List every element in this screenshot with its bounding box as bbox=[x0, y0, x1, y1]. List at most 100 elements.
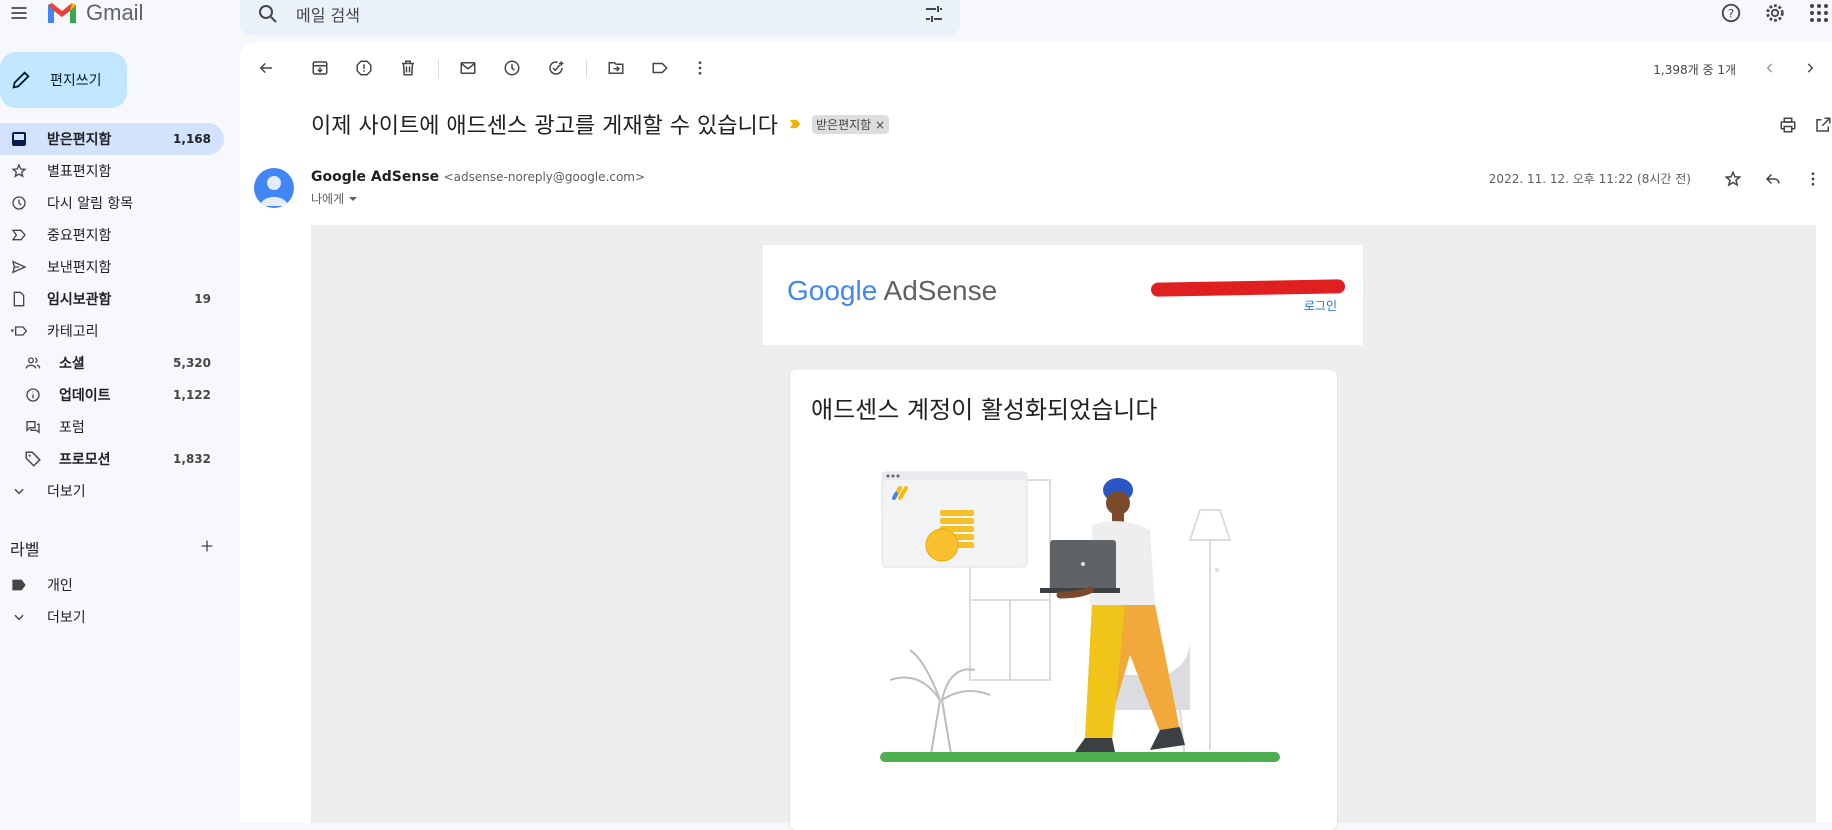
mark-unread-mail-icon[interactable] bbox=[456, 56, 480, 80]
caret-down-icon bbox=[349, 196, 358, 201]
email-subject-row: 이제 사이트에 애드센스 광고를 게재할 수 있습니다 받은편지함 × bbox=[311, 108, 890, 140]
gmail-logo[interactable]: Gmail bbox=[46, 0, 143, 26]
redacted-account-info bbox=[1150, 279, 1346, 297]
search-bar[interactable]: 메일 검색 bbox=[240, 0, 960, 35]
label-chip-text: 받은편지함 bbox=[816, 117, 872, 132]
person-with-laptop-illustration bbox=[880, 471, 1280, 762]
star-icon bbox=[9, 163, 29, 179]
sidebar-item-sent[interactable]: 보낸편지함 bbox=[0, 251, 224, 283]
label-filled-icon bbox=[9, 578, 29, 592]
sidebar-item-categories[interactable]: 카테고리 bbox=[0, 315, 224, 347]
sidebar-item-drafts[interactable]: 임시보관함 19 bbox=[0, 283, 224, 315]
reply-icon[interactable] bbox=[1762, 168, 1784, 190]
gmail-m-icon bbox=[48, 3, 76, 23]
inbox-icon bbox=[9, 131, 29, 147]
recipient-line[interactable]: 나에게 bbox=[311, 190, 358, 207]
login-link[interactable]: 로그인 bbox=[1304, 297, 1337, 314]
delete-trash-icon[interactable] bbox=[396, 56, 420, 80]
remove-label-close-icon[interactable]: × bbox=[875, 118, 885, 132]
newer-chevron-left-icon[interactable] bbox=[1758, 56, 1782, 80]
back-arrow-icon[interactable] bbox=[254, 56, 278, 80]
sender-email: <adsense-noreply@google.com> bbox=[443, 170, 646, 184]
add-to-tasks-icon[interactable] bbox=[544, 56, 568, 80]
archive-icon[interactable] bbox=[308, 56, 332, 80]
recipient-text: 나에게 bbox=[311, 192, 345, 206]
chevron-down-icon bbox=[9, 610, 29, 624]
apps-grid-icon[interactable] bbox=[1806, 0, 1832, 26]
search-input[interactable]: 메일 검색 bbox=[296, 2, 360, 26]
sidebar-item-label: 소셜 bbox=[59, 356, 85, 372]
sidebar-item-label: 포럼 bbox=[59, 420, 85, 436]
sidebar: 편지쓰기 받은편지함 1,168 별표편지함 다시 알림 항목 중요편지함 보낸… bbox=[0, 42, 240, 823]
toolbar-divider bbox=[586, 60, 587, 78]
brand-google-wordmark: Google bbox=[787, 275, 878, 306]
updates-count: 1,122 bbox=[173, 388, 211, 402]
email-subject: 이제 사이트에 애드센스 광고를 게재할 수 있습니다 bbox=[311, 114, 779, 139]
compose-button[interactable]: 편지쓰기 bbox=[0, 52, 127, 108]
settings-gear-icon[interactable] bbox=[1762, 0, 1788, 26]
sidebar-item-label: 더보기 bbox=[47, 484, 86, 500]
promotions-count: 1,832 bbox=[173, 452, 211, 466]
social-count: 5,320 bbox=[173, 356, 211, 370]
snooze-clock-icon[interactable] bbox=[500, 56, 524, 80]
sidebar-item-forums[interactable]: 포럼 bbox=[0, 411, 224, 443]
adsense-logo: Google AdSense bbox=[787, 275, 997, 307]
chevron-down-icon bbox=[9, 484, 29, 498]
sender-avatar[interactable] bbox=[254, 168, 294, 208]
older-chevron-right-icon[interactable] bbox=[1798, 56, 1822, 80]
unread-count: 1,168 bbox=[173, 132, 211, 146]
main-menu-icon[interactable] bbox=[6, 0, 32, 26]
tag-icon bbox=[23, 450, 43, 468]
help-icon[interactable]: ? bbox=[1718, 0, 1744, 26]
nav-list: 받은편지함 1,168 별표편지함 다시 알림 항목 중요편지함 보낸편지함 임… bbox=[0, 123, 224, 507]
email-header-card: Google AdSense 로그인 bbox=[763, 245, 1363, 345]
sidebar-item-label: 보낸편지함 bbox=[47, 260, 112, 276]
draft-count: 19 bbox=[194, 292, 211, 306]
important-marker-icon[interactable] bbox=[788, 117, 802, 131]
forum-icon bbox=[23, 419, 43, 435]
sidebar-item-updates[interactable]: 업데이트 1,122 bbox=[0, 379, 224, 411]
sidebar-item-inbox[interactable]: 받은편지함 1,168 bbox=[0, 123, 224, 155]
sidebar-item-snoozed[interactable]: 다시 알림 항목 bbox=[0, 187, 224, 219]
search-icon[interactable] bbox=[256, 2, 280, 30]
move-to-folder-icon[interactable] bbox=[604, 56, 628, 80]
top-right-actions: ? bbox=[1718, 0, 1832, 26]
brand-product-name: AdSense bbox=[883, 275, 998, 306]
email-date: 2022. 11. 12. 오후 11:22 (8시간 전) bbox=[1488, 172, 1691, 186]
message-view: 1,398개 중 1개 이제 사이트에 애드센스 광고를 게재할 수 있습니다 … bbox=[240, 42, 1832, 830]
sidebar-item-starred[interactable]: 별표편지함 bbox=[0, 155, 224, 187]
sidebar-item-label: 중요편지함 bbox=[47, 228, 112, 244]
sidebar-labels-more[interactable]: 더보기 bbox=[0, 601, 224, 633]
label-as-icon[interactable] bbox=[648, 56, 672, 80]
sidebar-item-label: 임시보관함 bbox=[47, 292, 112, 308]
sidebar-item-promotions[interactable]: 프로모션 1,832 bbox=[0, 443, 224, 475]
top-bar: Gmail 메일 검색 ? bbox=[0, 0, 1832, 42]
important-icon bbox=[9, 227, 29, 243]
labels-section-header: 라벨 bbox=[10, 536, 215, 560]
clock-icon bbox=[9, 195, 29, 211]
open-in-new-window-icon[interactable] bbox=[1814, 116, 1832, 138]
sidebar-item-important[interactable]: 중요편지함 bbox=[0, 219, 224, 251]
sidebar-item-label: 카테고리 bbox=[47, 324, 99, 340]
sender-name[interactable]: Google AdSense bbox=[311, 169, 439, 185]
label-icon bbox=[9, 323, 29, 339]
label-chip: 받은편지함 × bbox=[812, 114, 890, 134]
email-main-card: 애드센스 계정이 활성화되었습니다 bbox=[790, 370, 1337, 830]
star-icon[interactable] bbox=[1722, 168, 1744, 190]
people-icon bbox=[23, 355, 43, 371]
send-icon bbox=[9, 259, 29, 275]
toolbar-divider bbox=[438, 60, 439, 78]
filter-options-icon[interactable] bbox=[922, 2, 946, 30]
add-label-plus-icon[interactable] bbox=[199, 538, 215, 558]
pencil-icon bbox=[12, 71, 30, 89]
sidebar-label-personal[interactable]: 개인 bbox=[0, 569, 224, 601]
more-vert-icon[interactable] bbox=[1802, 168, 1824, 190]
email-body: Google AdSense 로그인 애드센스 계정이 활성화되었습니다 bbox=[311, 225, 1816, 830]
sidebar-item-more[interactable]: 더보기 bbox=[0, 475, 224, 507]
labels-list: 개인 더보기 bbox=[0, 569, 224, 633]
report-spam-icon[interactable] bbox=[352, 56, 376, 80]
svg-text:?: ? bbox=[1728, 7, 1734, 21]
sidebar-item-social[interactable]: 소셜 5,320 bbox=[0, 347, 224, 379]
print-icon[interactable] bbox=[1779, 116, 1797, 138]
more-vert-icon[interactable] bbox=[688, 56, 712, 80]
